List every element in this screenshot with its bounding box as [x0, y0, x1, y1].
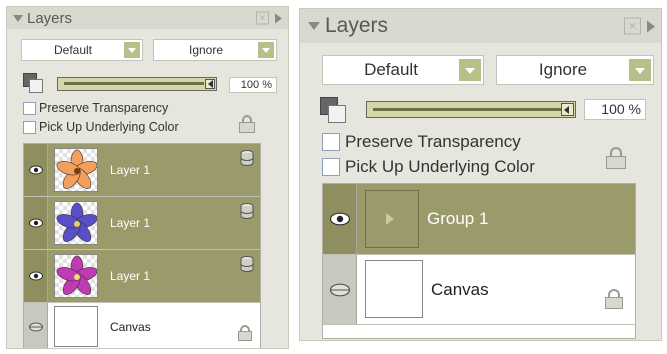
blend-mode-dropdown[interactable]: Default [21, 39, 143, 61]
blend-mode-value: Default [364, 60, 418, 79]
pick-up-color-row[interactable]: Pick Up Underlying Color [23, 120, 179, 134]
layer-stack-icon [240, 150, 254, 166]
blend-mode-value: Default [53, 43, 93, 57]
composite-method-dropdown[interactable]: Ignore [153, 39, 277, 61]
layer-stack-icon [240, 256, 254, 272]
canvas-thumbnail[interactable] [365, 260, 423, 318]
opacity-icon [320, 97, 346, 123]
group-name[interactable]: Group 1 [427, 209, 488, 229]
lock-icon[interactable] [239, 115, 255, 133]
panel-title: Layers [27, 9, 73, 27]
layer-name[interactable]: Layer 1 [110, 269, 150, 283]
layer-thumbnail[interactable] [54, 148, 98, 192]
eye-closed-icon[interactable] [28, 322, 43, 331]
panel-title: Layers [325, 14, 389, 37]
close-icon[interactable]: × [256, 11, 269, 25]
panel-menu-icon[interactable] [275, 13, 282, 23]
opacity-value-field[interactable]: 100 % [584, 99, 646, 120]
chevron-down-icon[interactable] [459, 59, 481, 81]
pick-up-color-label: Pick Up Underlying Color [39, 120, 179, 134]
visibility-toggle[interactable] [323, 255, 357, 324]
chevron-down-icon[interactable] [258, 42, 274, 58]
eye-icon[interactable] [28, 271, 43, 281]
layer-row[interactable]: Layer 1 [24, 144, 260, 196]
layers-panel-large: Layers × Default Ignore 100 % Preserve T… [299, 8, 662, 341]
preserve-transparency-label: Preserve Transparency [39, 101, 169, 115]
pick-up-color-label: Pick Up Underlying Color [345, 157, 535, 176]
layer-name[interactable]: Canvas [431, 280, 489, 300]
composite-method-dropdown[interactable]: Ignore [496, 55, 654, 85]
lock-icon[interactable] [606, 147, 626, 169]
layers-list: Layer 1 Layer 1 Layer 1 Canvas [23, 143, 261, 348]
expand-triangle-icon[interactable] [386, 213, 394, 225]
opacity-slider[interactable] [366, 101, 576, 118]
slider-thumb[interactable] [561, 103, 574, 116]
preserve-transparency-checkbox[interactable] [23, 101, 36, 115]
layers-list: Group 1 Canvas [322, 183, 636, 339]
preserve-transparency-row[interactable]: Preserve Transparency [322, 132, 521, 152]
visibility-toggle[interactable] [24, 303, 48, 348]
pick-up-color-row[interactable]: Pick Up Underlying Color [322, 157, 535, 177]
eye-icon[interactable] [329, 212, 350, 226]
visibility-toggle[interactable] [323, 184, 357, 254]
lock-icon[interactable] [238, 325, 252, 341]
layers-panel-small: Layers × Default Ignore 100 % Preserve T… [6, 6, 289, 349]
slider-thumb[interactable] [205, 79, 215, 89]
lock-icon[interactable] [605, 289, 623, 309]
layer-name[interactable]: Layer 1 [110, 163, 150, 177]
blend-mode-dropdown[interactable]: Default [322, 55, 484, 85]
visibility-toggle[interactable] [24, 144, 48, 196]
preserve-transparency-checkbox[interactable] [322, 133, 340, 151]
layer-stack-icon [240, 203, 254, 219]
collapse-triangle-icon[interactable] [13, 14, 23, 22]
preserve-transparency-row[interactable]: Preserve Transparency [23, 101, 168, 115]
flower-thumbnail-icon [56, 255, 97, 295]
panel-menu-icon[interactable] [647, 20, 655, 32]
composite-method-value: Ignore [538, 60, 588, 79]
group-row[interactable]: Group 1 [323, 184, 635, 254]
close-icon[interactable]: × [624, 17, 641, 35]
canvas-row[interactable]: Canvas [323, 255, 635, 324]
layer-name[interactable]: Canvas [110, 320, 151, 334]
pick-up-color-checkbox[interactable] [23, 120, 36, 134]
collapse-triangle-icon[interactable] [308, 22, 320, 30]
flower-thumbnail-icon [56, 149, 97, 189]
layer-row[interactable]: Layer 1 [24, 250, 260, 302]
layer-name[interactable]: Layer 1 [110, 216, 150, 230]
opacity-value-field[interactable]: 100 % [229, 77, 277, 93]
eye-icon[interactable] [28, 218, 43, 228]
opacity-icon [23, 73, 43, 93]
group-thumbnail[interactable] [365, 190, 419, 248]
panel-titlebar[interactable]: Layers × [300, 9, 661, 43]
chevron-down-icon[interactable] [629, 59, 651, 81]
layer-thumbnail[interactable] [54, 201, 98, 245]
chevron-down-icon[interactable] [124, 42, 140, 58]
layer-row[interactable]: Layer 1 [24, 197, 260, 249]
visibility-toggle[interactable] [24, 197, 48, 249]
layer-thumbnail[interactable] [54, 254, 98, 298]
opacity-slider[interactable] [57, 77, 217, 91]
visibility-toggle[interactable] [24, 250, 48, 302]
canvas-row[interactable]: Canvas [24, 303, 260, 348]
flower-thumbnail-icon [56, 202, 97, 242]
preserve-transparency-label: Preserve Transparency [345, 132, 521, 151]
eye-closed-icon[interactable] [329, 283, 350, 296]
panel-titlebar[interactable]: Layers × [7, 7, 288, 29]
eye-icon[interactable] [28, 165, 43, 175]
pick-up-color-checkbox[interactable] [322, 158, 340, 176]
canvas-thumbnail[interactable] [54, 306, 98, 347]
composite-method-value: Ignore [188, 43, 224, 57]
